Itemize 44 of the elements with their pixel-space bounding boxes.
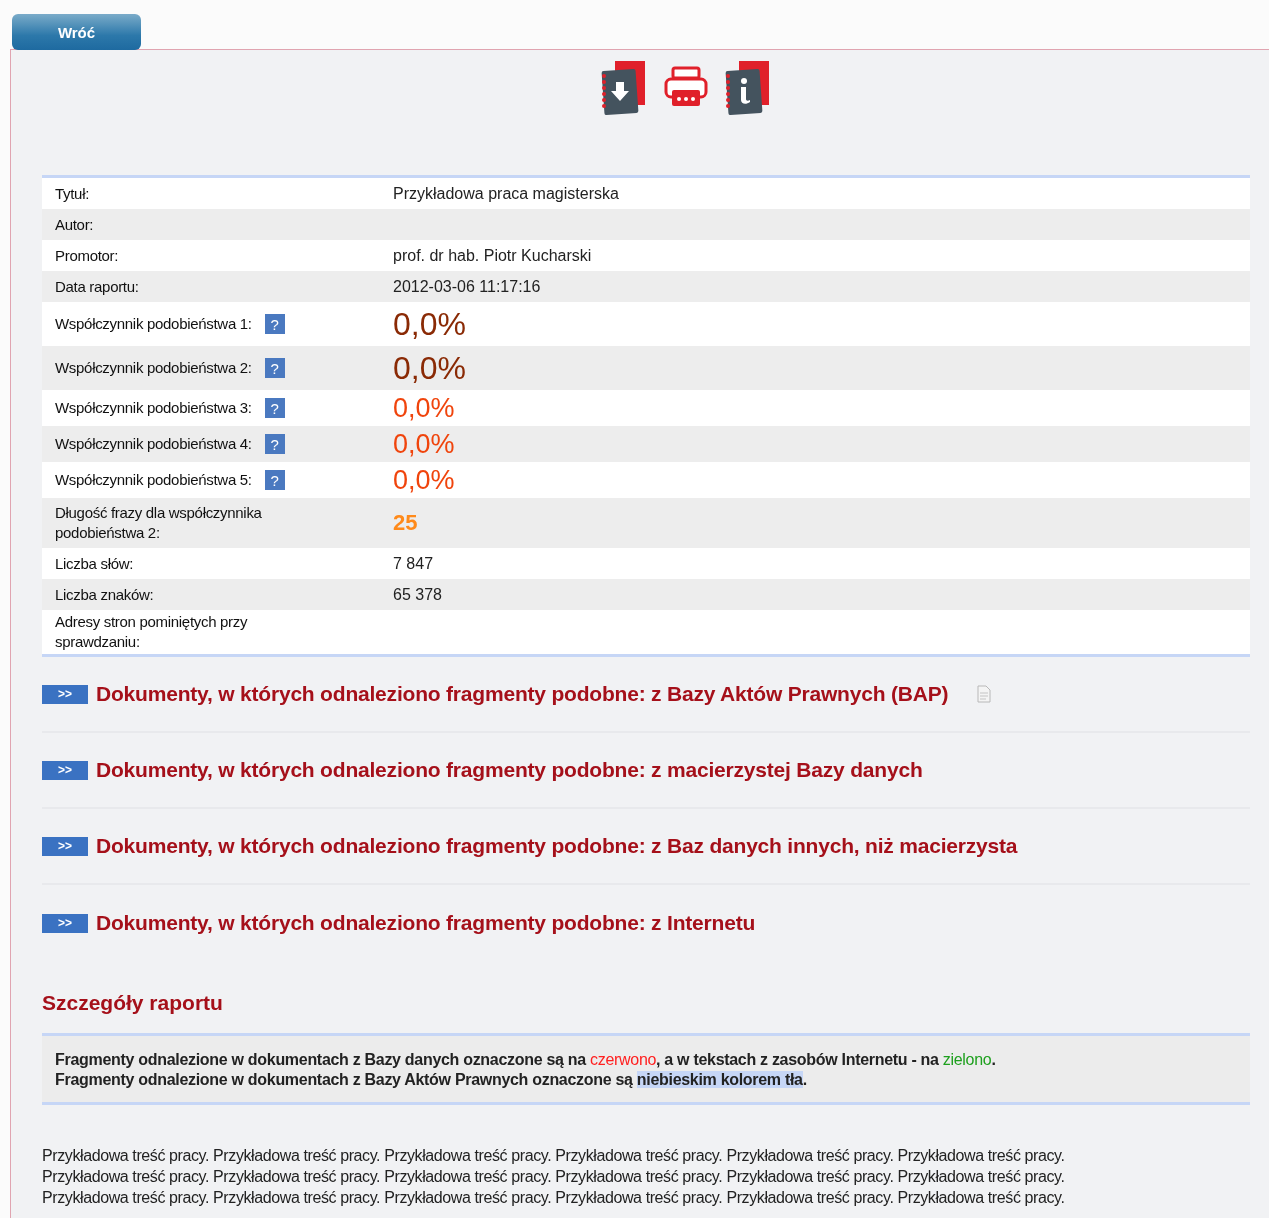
field-label: Współczynnik podobieństwa 1: [55,314,252,334]
field-label: Współczynnik podobieństwa 3: [55,398,252,418]
section-link[interactable]: Dokumenty, w których odnaleziono fragmenty podobne: z Bazy Aktów Prawnych (BAP) [96,682,949,706]
field-label: Liczba słów: [55,553,134,574]
field-label: Współczynnik podobieństwa 2: [55,358,252,378]
field-value: 25 [393,509,418,537]
field-label: Współczynnik podobieństwa 4: [55,434,252,454]
section-link[interactable]: Dokumenty, w których odnaleziono fragmenty podobne: z macierzystej Bazy danych [96,758,923,782]
field-value: 65 378 [393,585,442,604]
field-value: 0,0% [393,305,466,344]
legend-text: Fragmenty odnalezione w dokumentach z Bazy danych oznaczone są na czerwono, a w tekstach z zasobów Internetu - na zielono. [55,1050,997,1070]
document-text: Przykładowa treść pracy. Przykładowa treść pracy. Przykładowa treść pracy. Przykładowa treść pracy. Przykładowa treść pracy. Przykładowa treść pracy. [42,1167,1066,1187]
field-label: Data raportu: [55,276,139,297]
field-value: 2012-03-06 11:17:16 [393,277,541,296]
field-value: 0,0% [393,392,455,425]
field-label: Długość frazy dla współczynnika podobieństwa 2: [55,503,263,543]
section-heading: Szczegóły raportu [42,991,224,1015]
field-label: Liczba znaków: [55,584,154,605]
field-value: 0,0% [393,349,466,388]
expand-toggle[interactable]: >> [42,760,88,780]
field-value: prof. dr hab. Piotr Kucharski [393,246,592,265]
section-link[interactable]: Dokumenty, w których odnaleziono fragmenty podobne: z Internetu [96,911,756,935]
field-value: 0,0% [393,428,455,461]
field-label: Promotor: [55,245,119,266]
field-value: 0,0% [393,464,455,497]
field-label: Adresy stron pominiętych przy sprawdzaniu: [55,612,249,652]
field-label: Autor: [55,214,94,235]
expand-toggle[interactable]: >> [42,836,88,856]
help-icon[interactable]: ? [264,398,285,418]
document-text: Przykładowa treść pracy. Przykładowa treść pracy. Przykładowa treść pracy. Przykładowa treść pracy. Przykładowa treść pracy. Przykładowa treść pracy. [42,1146,1066,1166]
help-icon[interactable]: ? [264,314,285,334]
back-button[interactable]: Wróć [12,14,141,50]
expand-toggle[interactable]: >> [42,913,88,933]
document-text: Przykładowa treść pracy. Przykładowa treść pracy. Przykładowa treść pracy. Przykładowa treść pracy. Przykładowa treść pracy. Przykładowa treść pracy. [42,1188,1066,1208]
help-icon[interactable]: ? [264,434,285,454]
field-value: 7 847 [393,554,434,573]
section-link[interactable]: Dokumenty, w których odnaleziono fragmenty podobne: z Baz danych innych, niż macierzysta [96,834,1018,858]
help-icon[interactable]: ? [264,358,285,378]
field-label: Tytuł: [55,183,90,204]
expand-toggle[interactable]: >> [42,684,88,704]
legend-text: Fragmenty odnalezione w dokumentach z Bazy Aktów Prawnych oznaczone są niebieskim kolorem tła. [55,1070,808,1090]
help-icon[interactable]: ? [264,470,285,490]
field-label: Współczynnik podobieństwa 5: [55,470,252,490]
field-value: Przykładowa praca magisterska [393,184,619,203]
